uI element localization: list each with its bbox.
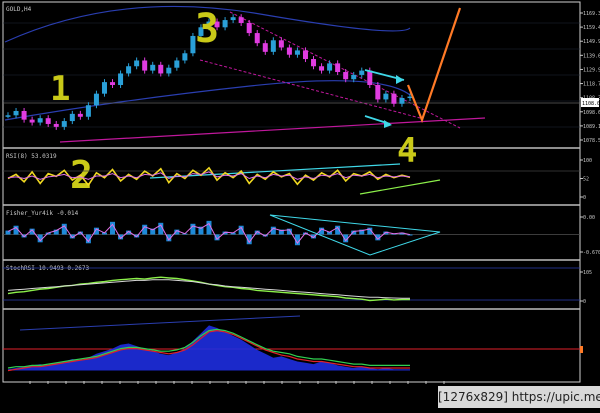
price-candle bbox=[69, 113, 75, 122]
wave-label-4: 4 bbox=[397, 131, 417, 171]
price-candle bbox=[85, 105, 91, 117]
price-candle bbox=[383, 93, 389, 100]
price-candle bbox=[327, 63, 333, 71]
y-tick-label-fisher: 0.00 bbox=[583, 215, 595, 221]
y-tick-label-stochrsi: 0 bbox=[583, 299, 586, 305]
price-candle bbox=[126, 66, 132, 74]
price-candle bbox=[335, 63, 341, 73]
price-candle bbox=[61, 121, 67, 127]
stoch-series-0 bbox=[7, 276, 410, 302]
y-tick-label-fisher: -0.670 bbox=[583, 250, 600, 256]
price-candle bbox=[182, 53, 188, 61]
price-candle bbox=[399, 97, 405, 104]
price-candle bbox=[53, 123, 59, 127]
price-candle bbox=[367, 70, 373, 86]
price-candle bbox=[5, 115, 11, 117]
y-tick-label-price: 1159.40 bbox=[583, 25, 600, 31]
y-tick-label-price: 1118.70 bbox=[583, 82, 600, 88]
wave-label-1: 1 bbox=[50, 69, 70, 109]
support-trendline bbox=[199, 59, 421, 119]
y-tick-label-price: 1129.90 bbox=[583, 67, 600, 73]
price-candle bbox=[45, 118, 51, 124]
watermark: [1276x829] https://upic.me/ bbox=[438, 386, 600, 408]
price-candle bbox=[150, 64, 156, 71]
y-tick-label-rsi: 52 bbox=[583, 177, 589, 183]
price-candle bbox=[134, 60, 140, 67]
y-tick-label-price: 1149.90 bbox=[583, 39, 600, 45]
cyan-arrowhead-upper bbox=[396, 75, 404, 84]
price-candle bbox=[359, 70, 365, 75]
chart-svg: GOLD,H4 1169.30 1159.40 1149.90 1139.60 1129.… bbox=[2, 1, 600, 384]
stoch-series-1 bbox=[7, 279, 410, 299]
price-candle bbox=[343, 72, 349, 80]
price-candle bbox=[311, 59, 317, 67]
price-candle bbox=[110, 82, 116, 86]
price-candle bbox=[77, 113, 83, 117]
y-tick-label-price: 1169.30 bbox=[583, 11, 600, 17]
price-candle bbox=[222, 20, 228, 28]
lower-trendline bbox=[59, 117, 486, 143]
price-candle bbox=[158, 64, 164, 74]
price-candle bbox=[166, 67, 172, 74]
price-candle bbox=[37, 118, 43, 123]
bands-trendline bbox=[19, 315, 301, 331]
price-candle bbox=[351, 74, 357, 80]
price-candle bbox=[230, 17, 236, 21]
price-candle bbox=[302, 50, 308, 60]
price-candle bbox=[391, 93, 397, 104]
y-tick-label-rsi: 0 bbox=[583, 195, 586, 201]
fisher-bar bbox=[190, 223, 196, 235]
price-candle bbox=[238, 17, 244, 23]
pane-title-price: GOLD,H4 bbox=[6, 6, 32, 13]
pane-title-fisher: Fisher_Yur4ik -0.014 bbox=[6, 210, 79, 217]
price-candle bbox=[21, 110, 27, 120]
price-candle bbox=[254, 33, 260, 44]
price-candle bbox=[174, 60, 180, 68]
price-candle bbox=[278, 40, 284, 48]
price-candle bbox=[262, 43, 268, 52]
y-tick-label-stochrsi: 105 bbox=[583, 270, 592, 276]
price-candle bbox=[93, 93, 99, 106]
y-tick-label-price: 1089.10 bbox=[583, 124, 600, 130]
price-candle bbox=[286, 47, 292, 55]
rsi-support-line bbox=[359, 179, 441, 195]
price-candle bbox=[319, 66, 325, 71]
price-candle bbox=[101, 82, 107, 94]
pane-title-rsi: RSI(8) 53.0319 bbox=[6, 153, 57, 160]
price-candle bbox=[294, 50, 300, 55]
chart-root: GOLD,H4 1169.30 1159.40 1149.90 1139.60 1129.… bbox=[0, 0, 600, 409]
pane-title-stochrsi: StochRSI 10.9493 0.2673 bbox=[6, 265, 89, 272]
y-tick-label-rsi: 100 bbox=[583, 158, 592, 164]
price-candle bbox=[375, 85, 381, 100]
y-tick-label-price: 1139.60 bbox=[583, 53, 600, 59]
wave-label-2: 2 bbox=[70, 153, 93, 197]
price-candle bbox=[118, 73, 124, 86]
current-price-label: 1108.01 bbox=[582, 101, 600, 107]
bands-level-marker bbox=[580, 346, 583, 353]
y-tick-label-price: 1078.50 bbox=[583, 138, 600, 144]
wave-label-3: 3 bbox=[195, 6, 219, 52]
price-candle bbox=[246, 22, 252, 34]
price-candle bbox=[29, 119, 35, 123]
price-candle bbox=[270, 40, 276, 52]
price-candle bbox=[13, 110, 19, 116]
price-candle bbox=[142, 60, 148, 71]
y-tick-label-price: 1098.60 bbox=[583, 110, 600, 116]
